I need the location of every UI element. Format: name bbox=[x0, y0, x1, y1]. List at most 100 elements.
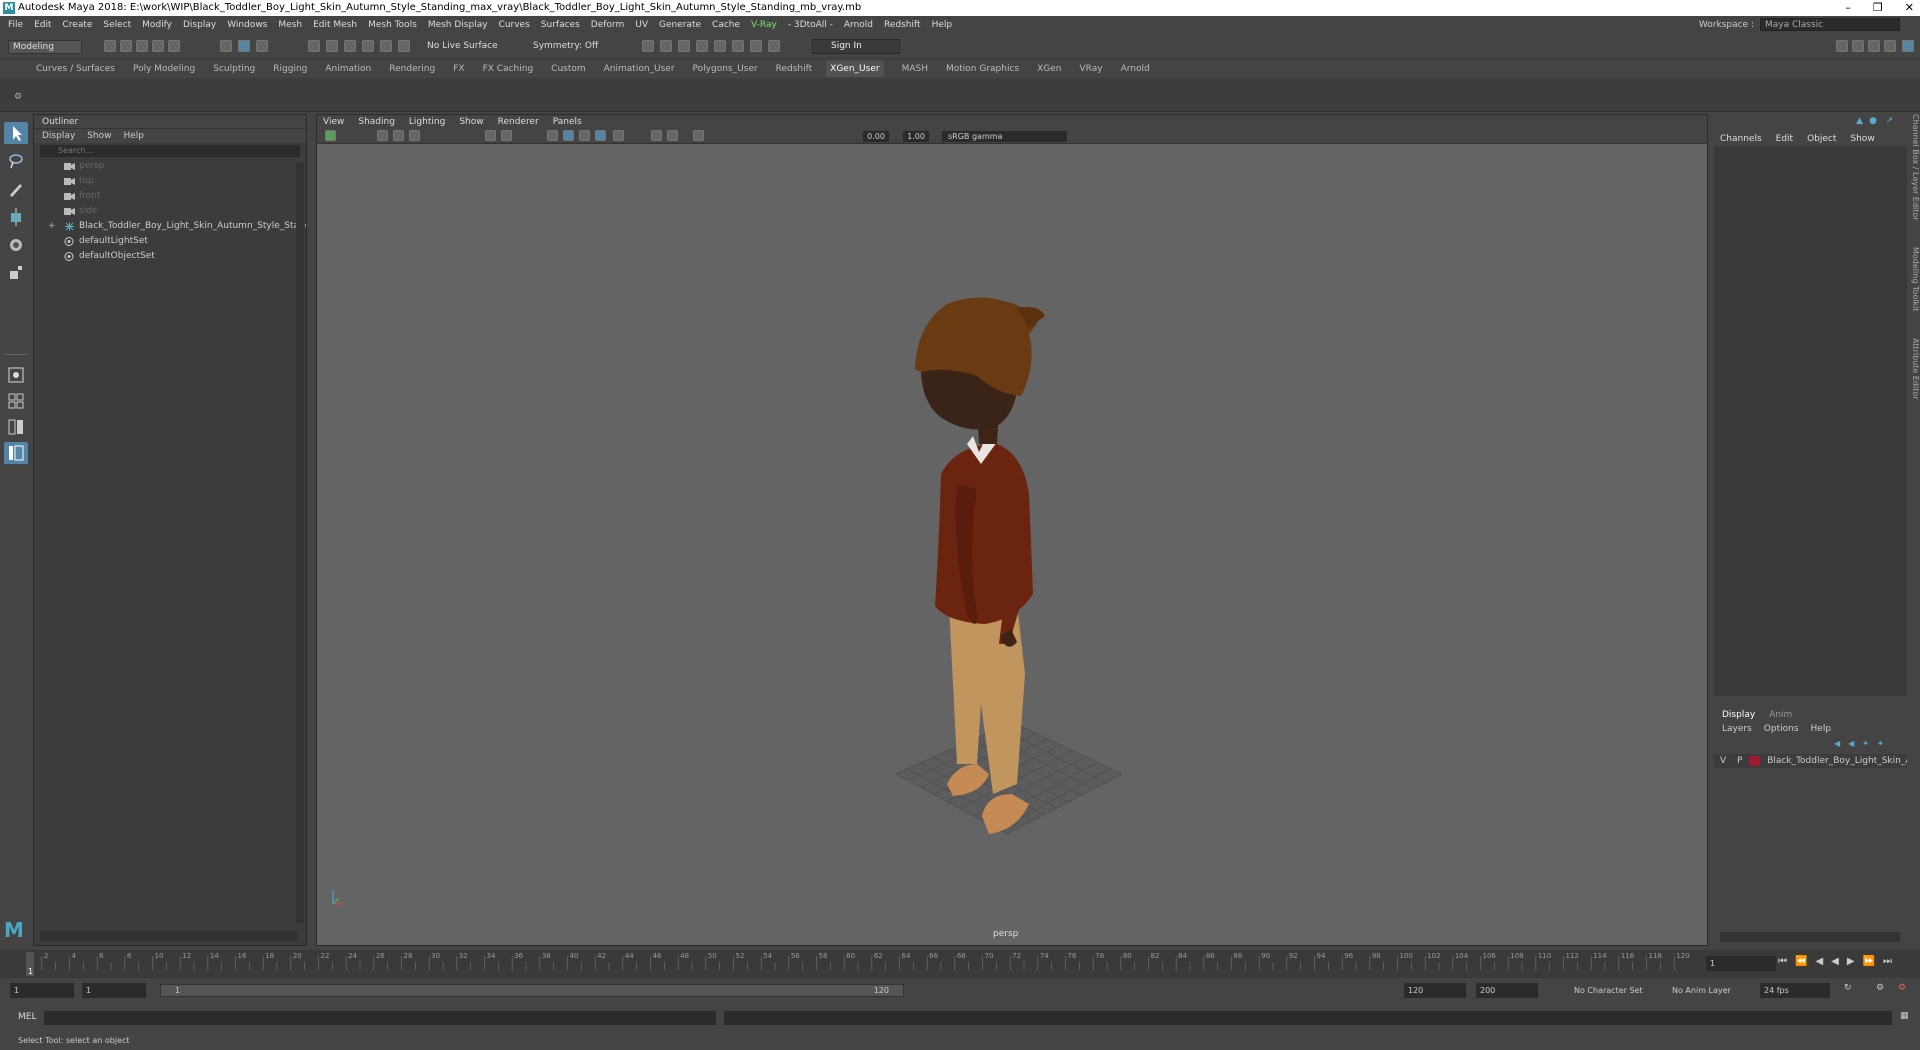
outliner-vertical-scrollbar[interactable] bbox=[296, 163, 304, 923]
toggle-modeling-toolkit-icon[interactable] bbox=[1836, 40, 1848, 52]
shadows-icon[interactable] bbox=[613, 130, 624, 141]
shelf-tab-curves-surfaces[interactable]: Curves / Surfaces bbox=[36, 61, 115, 77]
play-forwards-icon[interactable]: ▶ bbox=[1847, 956, 1855, 967]
channel-box-float-icon[interactable]: ↗ bbox=[1885, 116, 1893, 126]
ipr-render-icon[interactable] bbox=[696, 40, 708, 52]
step-forward-key-icon[interactable]: ⏩ bbox=[1863, 956, 1875, 967]
single-perspective-layout-icon[interactable] bbox=[4, 364, 28, 386]
command-language-label[interactable]: MEL bbox=[18, 1012, 36, 1022]
sign-in-button[interactable]: Sign In bbox=[812, 39, 900, 54]
time-ruler[interactable]: 2 4 6 8 10 12 14 16 18 20 22 24 26 28 30 32 34 36 38 40 42 44… bbox=[18, 950, 1698, 978]
viewport-menu-show[interactable]: Show bbox=[459, 115, 483, 129]
menu-deform[interactable]: Deform bbox=[591, 20, 624, 30]
layer-visibility-toggle[interactable]: V bbox=[1720, 756, 1726, 766]
gamma-field[interactable]: 1.00 bbox=[903, 131, 929, 142]
shelf-tab-animation[interactable]: Animation bbox=[325, 61, 371, 77]
move-layer-up-icon[interactable]: ◀ bbox=[1834, 739, 1840, 748]
menu-display[interactable]: Display bbox=[183, 20, 216, 30]
toggle-tool-settings-icon[interactable] bbox=[1868, 40, 1880, 52]
new-layer-selected-icon[interactable]: ✦ bbox=[1877, 739, 1884, 748]
display-layer-row[interactable]: V P Black_Toddler_Boy_Light_Skin_Autu bbox=[1714, 754, 1907, 768]
select-component-icon[interactable] bbox=[256, 40, 268, 52]
shelf-tab-fx[interactable]: FX bbox=[453, 61, 464, 77]
layer-menu-help[interactable]: Help bbox=[1811, 722, 1832, 736]
viewport-menu-lighting[interactable]: Lighting bbox=[409, 115, 445, 129]
layer-color-swatch[interactable] bbox=[1749, 755, 1761, 766]
viewport-menu-renderer[interactable]: Renderer bbox=[498, 115, 539, 129]
new-scene-icon[interactable] bbox=[104, 40, 116, 52]
menu-set-dropdown[interactable]: Modeling bbox=[8, 40, 82, 54]
snap-grid-icon[interactable] bbox=[308, 40, 320, 52]
shelf-tab-animation-user[interactable]: Animation_User bbox=[604, 61, 675, 77]
menu-mesh-display[interactable]: Mesh Display bbox=[428, 20, 488, 30]
outliner-menu-help[interactable]: Help bbox=[123, 129, 144, 143]
shelf-tab-rendering[interactable]: Rendering bbox=[389, 61, 435, 77]
live-surface-label[interactable]: No Live Surface bbox=[427, 41, 498, 51]
smooth-shade-icon[interactable] bbox=[563, 130, 574, 141]
grid-toggle-icon[interactable] bbox=[485, 130, 496, 141]
layer-editor-scrollbar[interactable] bbox=[1720, 932, 1900, 942]
outliner-item[interactable]: + Black_Toddler_Boy_Light_Skin_Autumn_Sty… bbox=[34, 219, 306, 234]
outliner-search-input[interactable]: Search... bbox=[40, 145, 300, 157]
pause-icon[interactable] bbox=[768, 40, 780, 52]
snap-history-icon[interactable] bbox=[398, 40, 410, 52]
outliner-layout-icon[interactable] bbox=[4, 442, 28, 464]
render-settings-icon[interactable] bbox=[660, 40, 672, 52]
outliner-item[interactable]: front bbox=[34, 189, 306, 204]
toggle-channel-box-icon[interactable] bbox=[1884, 40, 1896, 52]
tab-display-layers[interactable]: Display bbox=[1722, 708, 1755, 722]
menu-mesh-tools[interactable]: Mesh Tools bbox=[368, 20, 417, 30]
close-button[interactable]: ✕ bbox=[1905, 0, 1914, 16]
step-back-key-icon[interactable]: ⏪ bbox=[1795, 956, 1807, 967]
menu-curves[interactable]: Curves bbox=[499, 20, 530, 30]
channel-menu-edit[interactable]: Edit bbox=[1776, 132, 1793, 146]
undo-icon[interactable] bbox=[152, 40, 164, 52]
viewport-menu-view[interactable]: View bbox=[323, 115, 344, 129]
menu-surfaces[interactable]: Surfaces bbox=[541, 20, 580, 30]
outliner-item[interactable]: defaultObjectSet bbox=[34, 249, 306, 264]
render-frame-icon[interactable] bbox=[642, 40, 654, 52]
menu-arnold[interactable]: Arnold bbox=[844, 20, 873, 30]
outliner-item[interactable]: defaultLightSet bbox=[34, 234, 306, 249]
lasso-tool-icon[interactable] bbox=[4, 150, 28, 172]
toggle-attribute-editor-icon[interactable] bbox=[1852, 40, 1864, 52]
expand-toggle-icon[interactable]: + bbox=[48, 219, 56, 234]
textured-icon[interactable] bbox=[579, 130, 590, 141]
channel-menu-object[interactable]: Object bbox=[1807, 132, 1836, 146]
select-hierarchy-icon[interactable] bbox=[220, 40, 232, 52]
viewport-menu-panels[interactable]: Panels bbox=[553, 115, 582, 129]
shelf-tab-xgen-user[interactable]: XGen_User bbox=[826, 61, 884, 77]
viewport-menu-shading[interactable]: Shading bbox=[358, 115, 395, 129]
symmetry-dropdown[interactable]: Symmetry: Off bbox=[533, 41, 598, 51]
hypershade-icon[interactable] bbox=[714, 40, 726, 52]
restore-button[interactable]: ❐ bbox=[1873, 0, 1883, 16]
character-set-dropdown[interactable]: No Character Set bbox=[1570, 983, 1662, 998]
select-tool-icon[interactable] bbox=[4, 122, 28, 144]
shelf-tab-xgen[interactable]: XGen bbox=[1037, 61, 1061, 77]
playback-end-field[interactable]: 120 bbox=[1404, 983, 1466, 998]
go-to-end-icon[interactable]: ⏭ bbox=[1883, 956, 1892, 967]
shelf-tab-arnold[interactable]: Arnold bbox=[1121, 61, 1150, 77]
isolate-select-icon[interactable] bbox=[667, 130, 678, 141]
snap-view-icon[interactable] bbox=[362, 40, 374, 52]
xray-icon[interactable] bbox=[651, 130, 662, 141]
shelf-tab-rigging[interactable]: Rigging bbox=[273, 61, 307, 77]
color-space-dropdown[interactable]: sRGB gamma bbox=[942, 131, 1067, 142]
command-input[interactable] bbox=[44, 1011, 716, 1025]
open-scene-icon[interactable] bbox=[120, 40, 132, 52]
fps-dropdown[interactable]: 24 fps bbox=[1760, 983, 1830, 998]
menu-mesh[interactable]: Mesh bbox=[278, 20, 302, 30]
range-slider[interactable]: 1 120 bbox=[160, 984, 904, 997]
menu-modify[interactable]: Modify bbox=[142, 20, 172, 30]
animation-start-field[interactable]: 1 bbox=[10, 983, 74, 998]
render-view-icon[interactable] bbox=[678, 40, 690, 52]
move-layer-down-icon[interactable]: ◀ bbox=[1848, 739, 1854, 748]
menu-generate[interactable]: Generate bbox=[659, 20, 701, 30]
redo-icon[interactable] bbox=[168, 40, 180, 52]
script-editor-icon[interactable]: ▦ bbox=[1900, 1011, 1909, 1021]
current-frame-field[interactable]: 1 bbox=[1706, 956, 1776, 971]
side-tab-modeling-toolkit[interactable]: Modeling Toolkit bbox=[1911, 247, 1920, 311]
outliner-horizontal-scrollbar[interactable] bbox=[40, 931, 298, 941]
move-tool-icon[interactable] bbox=[4, 206, 28, 228]
menu-cache[interactable]: Cache bbox=[712, 20, 740, 30]
